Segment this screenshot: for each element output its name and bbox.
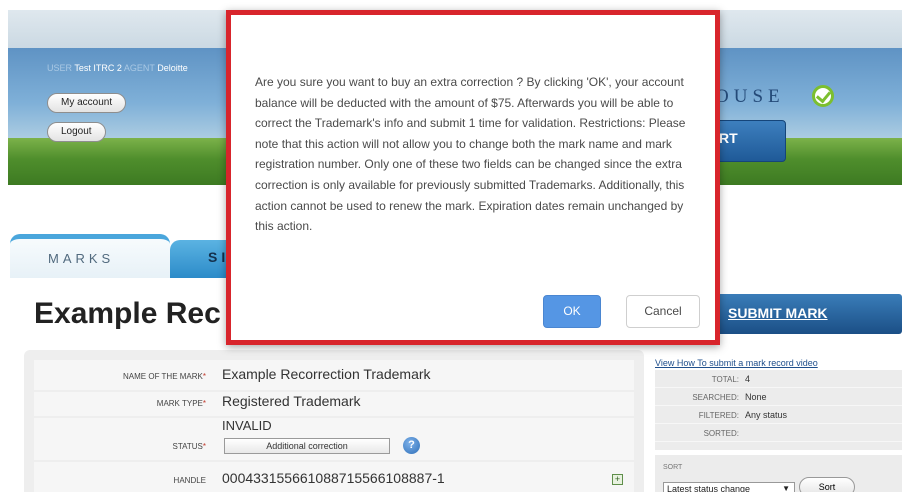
stat-key: SORTED: [703,429,739,438]
stat-key: TOTAL: [711,375,739,384]
my-account-button[interactable]: My account [47,93,127,113]
sort-panel: SORT Latest status change ▼ Sort [655,455,902,492]
stat-key: SEARCHED: [692,393,739,402]
brand-logo-text: OUSE [715,86,785,107]
stats-panel: TOTAL: 4 SEARCHED: None FILTERED: Any st… [655,370,902,450]
user-info: USER Test ITRC 2 AGENT Deloitte [47,63,188,73]
mark-type-label-text: MARK TYPE [156,399,203,408]
stat-value: Any status [745,410,788,420]
cancel-button[interactable]: Cancel [626,295,700,328]
stat-value: 4 [745,374,751,384]
sort-select[interactable]: Latest status change ▼ [663,482,795,492]
agent-value: Deloitte [157,63,188,73]
ok-button[interactable]: OK [543,295,601,328]
stat-row-total: TOTAL: 4 [655,370,902,388]
stat-key: FILTERED: [698,411,739,420]
name-of-mark-value: Example Recorrection Trademark [222,366,431,382]
help-icon[interactable]: ? [403,437,420,454]
check-icon [812,85,834,107]
tab-marks-label: MARKS [48,251,115,266]
sort-button[interactable]: Sort [799,477,855,492]
logout-button[interactable]: Logout [47,122,106,142]
status-label: STATUS* [172,442,207,451]
caret-down-icon: ▼ [782,484,790,492]
agent-label: AGENT [123,63,155,73]
user-value: Test ITRC 2 [74,63,122,73]
tab-marks[interactable]: MARKS [10,234,170,278]
user-label: USER [47,63,73,73]
stat-row-filtered: FILTERED: Any status [655,406,902,424]
confirm-dialog: Are you sure you want to buy an extra co… [226,10,720,345]
name-of-mark-label-text: NAME OF THE MARK [123,372,203,381]
mark-type-label: MARK TYPE* [156,399,206,408]
additional-correction-button[interactable]: Additional correction [224,438,390,454]
expand-icon[interactable]: + [612,474,623,485]
handle-value: 000433155661088715566108887-1 [222,470,445,486]
stat-value: None [745,392,767,402]
page-title: Example Rec [34,297,221,330]
status-label-text: STATUS [172,442,203,451]
submit-mark-button[interactable]: SUBMIT MARK [708,294,902,334]
status-value: INVALID [222,418,272,433]
sort-selected-value: Latest status change [667,484,751,492]
submit-mark-label: SUBMIT MARK [728,305,828,321]
handle-label: HANDLE [173,476,206,485]
stat-row-searched: SEARCHED: None [655,388,902,406]
how-to-video-link[interactable]: View How To submit a mark record video [655,358,818,368]
mark-type-value: Registered Trademark [222,393,361,409]
sort-title: SORT [663,464,683,471]
name-of-mark-label: NAME OF THE MARK* [123,372,206,381]
stat-row-sorted: SORTED: [655,424,902,442]
dialog-message: Are you sure you want to buy an extra co… [255,75,686,234]
